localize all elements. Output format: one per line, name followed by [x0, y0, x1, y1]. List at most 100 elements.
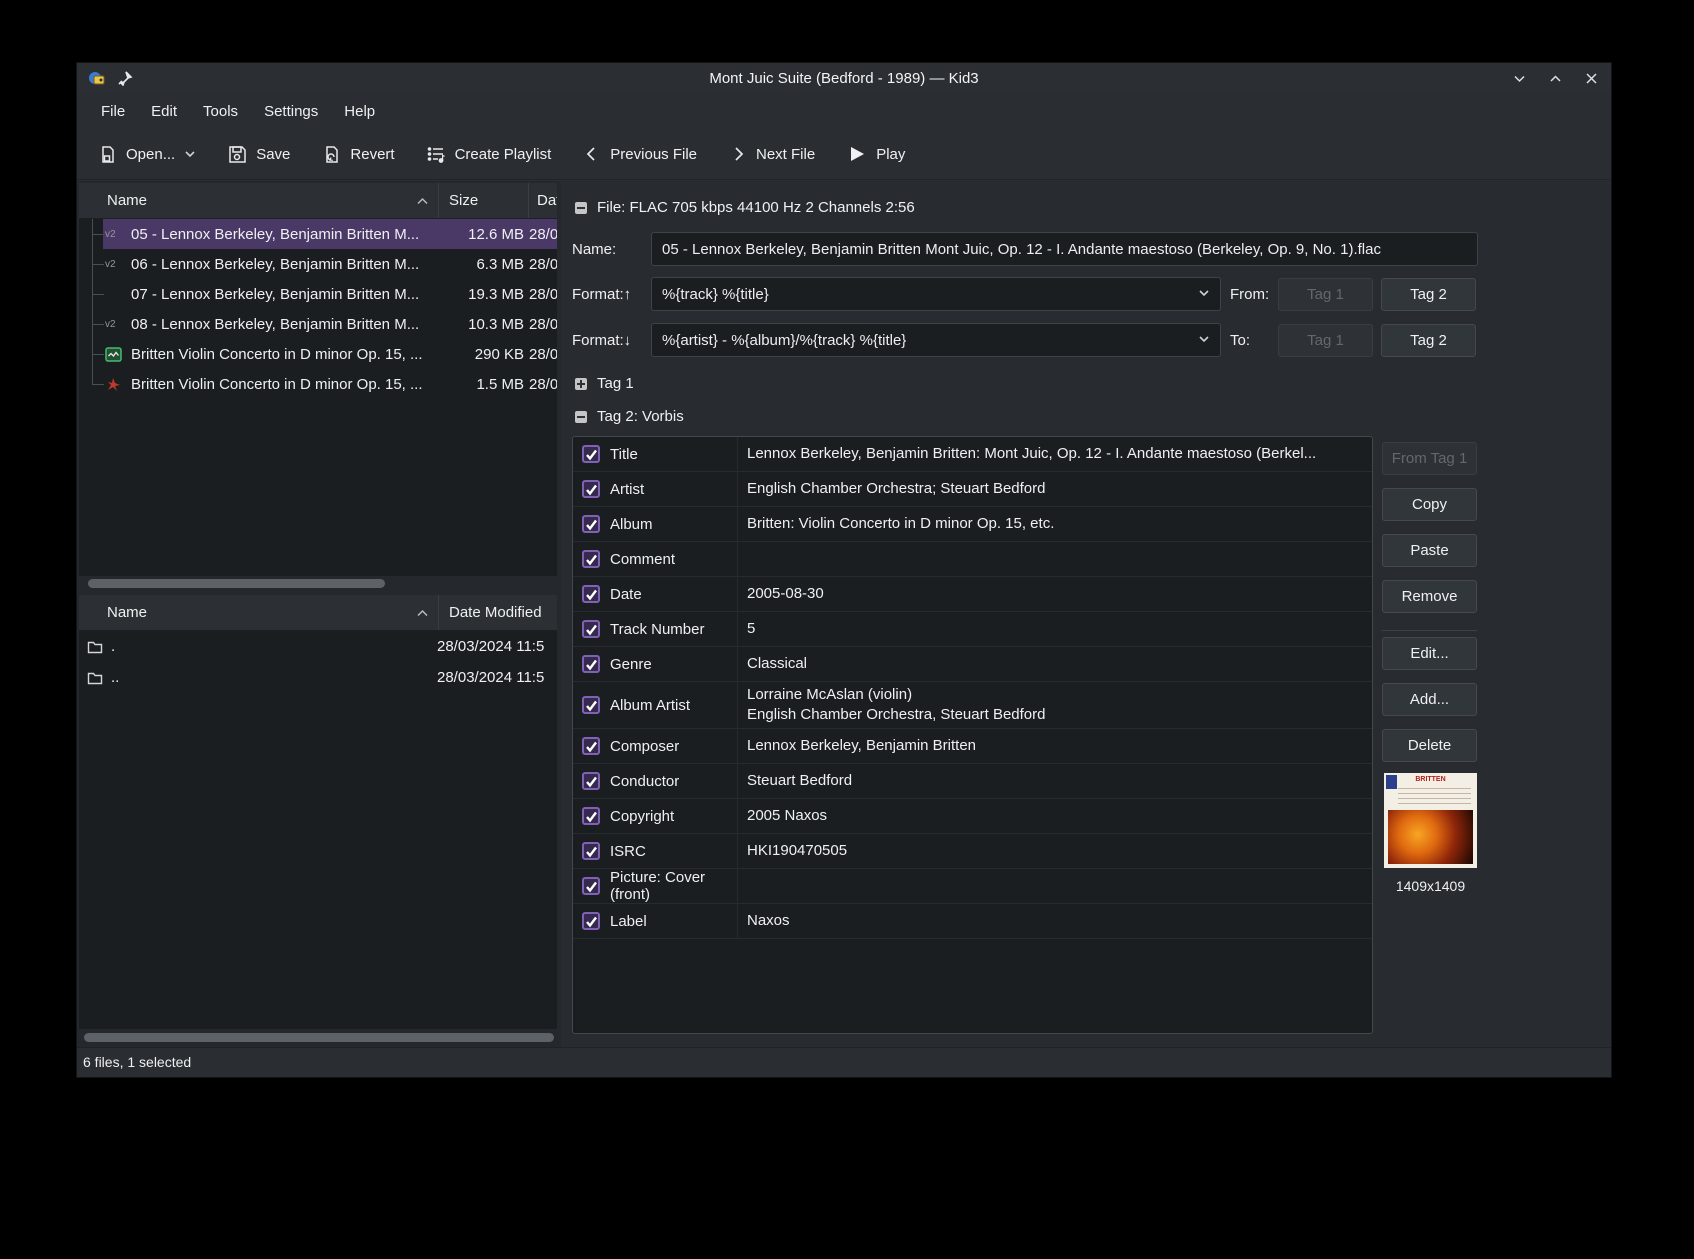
album-art-thumbnail[interactable]: BRITTEN	[1384, 773, 1477, 868]
copy-button[interactable]: Copy	[1382, 488, 1477, 521]
field-value[interactable]: Classical	[738, 647, 1372, 681]
chevron-down-icon[interactable]	[1198, 286, 1210, 303]
delete-button[interactable]: Delete	[1382, 729, 1477, 762]
file-row[interactable]: v208 - Lennox Berkeley, Benjamin Britten…	[79, 309, 557, 339]
directory-date-modified: 28/03/2024 11:5	[437, 638, 557, 655]
field-checkbox[interactable]	[582, 585, 600, 603]
tag-field-row[interactable]: ISRCHKI190470505	[573, 834, 1372, 869]
chevron-down-icon[interactable]	[184, 148, 196, 160]
field-checkbox[interactable]	[582, 655, 600, 673]
collapse-icon[interactable]	[575, 411, 587, 423]
tag-v2-icon: v2	[105, 319, 116, 330]
field-value[interactable]: Naxos	[738, 904, 1372, 938]
tag1-section-header[interactable]: Tag 1	[575, 375, 634, 392]
field-value[interactable]: Britten: Violin Concerto in D minor Op. …	[738, 507, 1372, 541]
from-tag2-filename-button[interactable]: Tag 2	[1381, 278, 1476, 311]
tag-field-row[interactable]: ConductorSteuart Bedford	[573, 764, 1372, 799]
tag-field-row[interactable]: Date 2005-08-30	[573, 577, 1372, 612]
previous-file-button[interactable]: Previous File	[583, 145, 697, 163]
save-button[interactable]: Save	[228, 145, 290, 164]
tag-field-row[interactable]: Track Number5	[573, 612, 1372, 647]
file-row[interactable]: Britten Violin Concerto in D minor Op. 1…	[79, 369, 557, 399]
file-row[interactable]: 07 - Lennox Berkeley, Benjamin Britten M…	[79, 279, 557, 309]
column-header-name[interactable]: Name	[79, 595, 439, 630]
directory-row[interactable]: ..28/03/2024 11:5	[79, 662, 557, 693]
field-value[interactable]: 2005 Naxos	[738, 799, 1372, 833]
menu-edit[interactable]: Edit	[138, 103, 190, 120]
revert-button[interactable]: Revert	[322, 145, 394, 164]
field-checkbox[interactable]	[582, 696, 600, 714]
close-button[interactable]	[1583, 71, 1599, 87]
menu-tools[interactable]: Tools	[190, 103, 251, 120]
field-value[interactable]: Lennox Berkeley, Benjamin Britten: Mont …	[738, 437, 1372, 471]
menu-help[interactable]: Help	[331, 103, 388, 120]
tag-field-row[interactable]: ArtistEnglish Chamber Orchestra; Steuart…	[573, 472, 1372, 507]
title-bar[interactable]: Mont Juic Suite (Bedford - 1989) — Kid3	[77, 63, 1611, 94]
field-label: Date	[610, 586, 642, 603]
tag2-section-header[interactable]: Tag 2: Vorbis	[575, 408, 684, 425]
field-value[interactable]	[738, 869, 1372, 903]
tag-field-row[interactable]: Album ArtistLorraine McAslan (violin) En…	[573, 682, 1372, 729]
field-value[interactable]: Lennox Berkeley, Benjamin Britten	[738, 729, 1372, 763]
directory-row[interactable]: .28/03/2024 11:5	[79, 631, 557, 662]
play-button[interactable]: Play	[847, 144, 905, 164]
file-list-hscrollbar[interactable]	[79, 577, 557, 591]
field-value[interactable]: 5	[738, 612, 1372, 646]
column-header-date[interactable]: Dat	[529, 183, 557, 218]
field-checkbox[interactable]	[582, 480, 600, 498]
directory-list-hscrollbar[interactable]	[79, 1031, 557, 1045]
field-value[interactable]	[738, 542, 1372, 576]
paste-button[interactable]: Paste	[1382, 534, 1477, 567]
tag-field-row[interactable]: Copyright2005 Naxos	[573, 799, 1372, 834]
field-checkbox[interactable]	[582, 737, 600, 755]
scrollbar-handle[interactable]	[84, 1033, 554, 1042]
field-checkbox[interactable]	[582, 772, 600, 790]
field-checkbox[interactable]	[582, 620, 600, 638]
remove-button[interactable]: Remove	[1382, 580, 1477, 613]
tag-v2-icon: v2	[105, 319, 131, 330]
tag-field-row[interactable]: AlbumBritten: Violin Concerto in D minor…	[573, 507, 1372, 542]
menu-settings[interactable]: Settings	[251, 103, 331, 120]
column-header-name[interactable]: Name	[79, 183, 439, 218]
tag-field-row[interactable]: Comment	[573, 542, 1372, 577]
create-playlist-button[interactable]: Create Playlist	[427, 145, 552, 164]
field-value[interactable]: Lorraine McAslan (violin) English Chambe…	[738, 682, 1372, 728]
open-button[interactable]: Open...	[98, 145, 196, 164]
tag-field-row[interactable]: GenreClassical	[573, 647, 1372, 682]
format-from-filename-combobox[interactable]: %{track} %{title}	[651, 277, 1221, 311]
file-row[interactable]: v206 - Lennox Berkeley, Benjamin Britten…	[79, 249, 557, 279]
field-value[interactable]: English Chamber Orchestra; Steuart Bedfo…	[738, 472, 1372, 506]
file-row[interactable]: v205 - Lennox Berkeley, Benjamin Britten…	[79, 219, 557, 249]
add-button[interactable]: Add...	[1382, 683, 1477, 716]
file-row[interactable]: Britten Violin Concerto in D minor Op. 1…	[79, 339, 557, 369]
tag-field-row[interactable]: Picture: Cover (front)	[573, 869, 1372, 904]
field-checkbox[interactable]	[582, 445, 600, 463]
chevron-down-icon[interactable]	[1198, 332, 1210, 349]
column-header-date-modified[interactable]: Date Modified	[439, 595, 557, 630]
next-file-button[interactable]: Next File	[729, 145, 815, 163]
maximize-button[interactable]	[1547, 71, 1563, 87]
field-value[interactable]: 2005-08-30	[738, 577, 1372, 611]
menu-file[interactable]: File	[88, 103, 138, 120]
tag-field-row[interactable]: ComposerLennox Berkeley, Benjamin Britte…	[573, 729, 1372, 764]
field-checkbox[interactable]	[582, 550, 600, 568]
to-tag2-filename-button[interactable]: Tag 2	[1381, 324, 1476, 357]
file-section-header[interactable]: File: FLAC 705 kbps 44100 Hz 2 Channels …	[575, 199, 915, 216]
minimize-button[interactable]	[1511, 71, 1527, 87]
field-checkbox[interactable]	[582, 807, 600, 825]
field-value[interactable]: HKI190470505	[738, 834, 1372, 868]
tag-field-row[interactable]: LabelNaxos	[573, 904, 1372, 939]
collapse-icon[interactable]	[575, 202, 587, 214]
edit-button[interactable]: Edit...	[1382, 637, 1477, 670]
expand-icon[interactable]	[575, 378, 587, 390]
format-to-filename-combobox[interactable]: %{artist} - %{album}/%{track} %{title}	[651, 323, 1221, 357]
field-checkbox[interactable]	[582, 515, 600, 533]
scrollbar-handle[interactable]	[88, 579, 385, 588]
filename-input[interactable]: 05 - Lennox Berkeley, Benjamin Britten M…	[651, 232, 1478, 266]
field-value[interactable]: Steuart Bedford	[738, 764, 1372, 798]
field-checkbox[interactable]	[582, 877, 600, 895]
field-checkbox[interactable]	[582, 912, 600, 930]
tag-field-row[interactable]: TitleLennox Berkeley, Benjamin Britten: …	[573, 437, 1372, 472]
column-header-size[interactable]: Size	[439, 183, 529, 218]
field-checkbox[interactable]	[582, 842, 600, 860]
